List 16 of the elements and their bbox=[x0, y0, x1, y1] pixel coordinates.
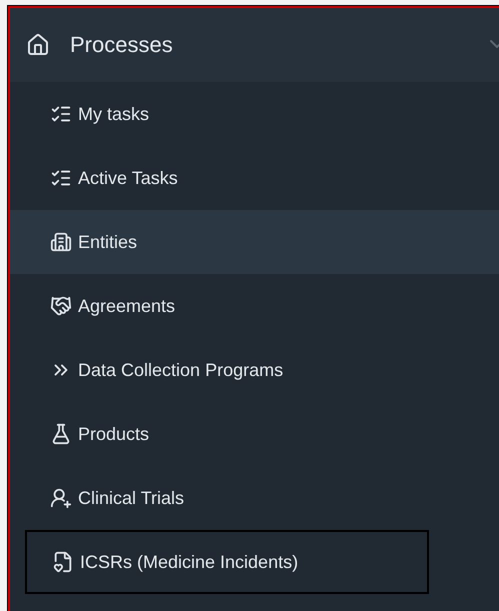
menu-item[interactable]: ICSRs (Medicine Incidents) bbox=[25, 530, 429, 594]
document-heart-icon bbox=[52, 551, 74, 573]
person-icon bbox=[50, 487, 72, 509]
handshake-icon bbox=[50, 295, 72, 317]
menu-item[interactable]: Clinical Trials bbox=[10, 466, 499, 530]
menu-item[interactable]: Entities bbox=[10, 210, 499, 274]
section-header[interactable]: Processes bbox=[10, 8, 499, 82]
menu-item[interactable]: Data Collection Programs bbox=[10, 338, 499, 402]
flask-icon bbox=[50, 423, 72, 445]
building-icon bbox=[50, 231, 72, 253]
home-icon bbox=[26, 33, 50, 57]
menu-item[interactable]: Agreements bbox=[10, 274, 499, 338]
menu-item[interactable]: Products bbox=[10, 402, 499, 466]
menu-item[interactable]: Active Tasks bbox=[10, 146, 499, 210]
section-title: Processes bbox=[70, 32, 173, 58]
menu-item[interactable]: My tasks bbox=[10, 82, 499, 146]
